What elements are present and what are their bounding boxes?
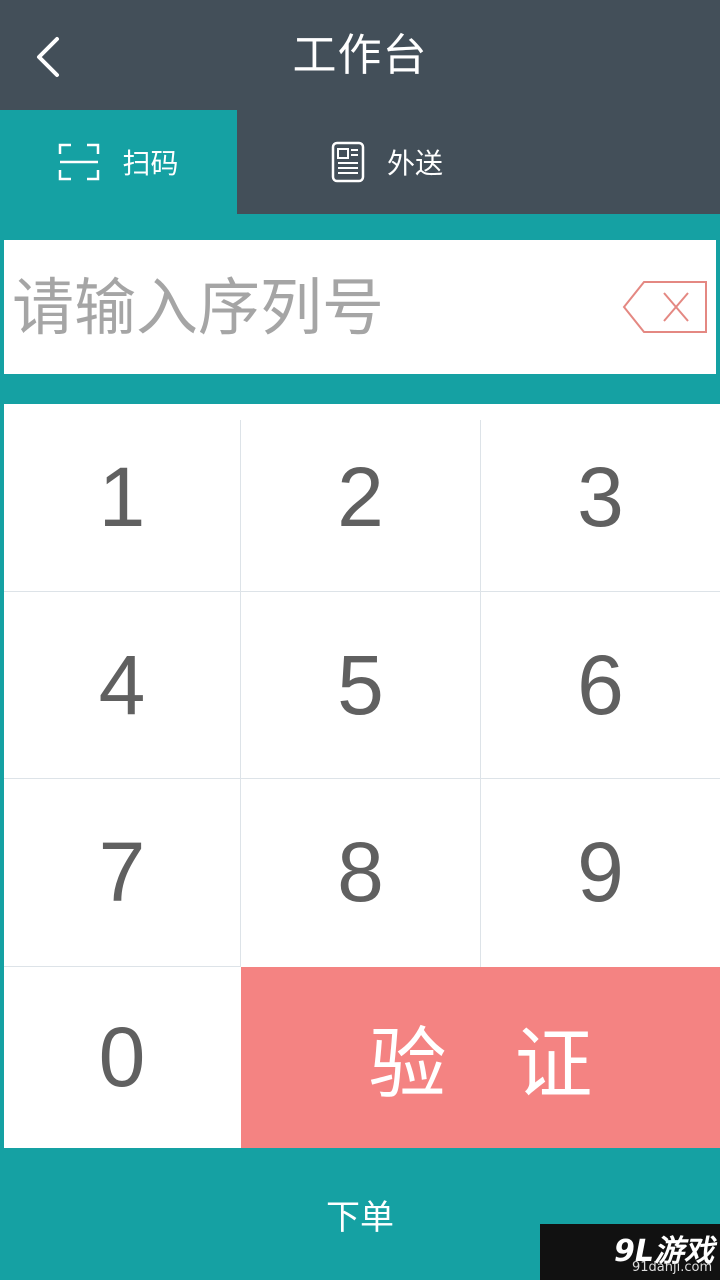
clear-button[interactable] xyxy=(620,278,710,336)
key-1[interactable]: 1 xyxy=(4,404,240,591)
tab-delivery[interactable]: 外送 xyxy=(237,110,537,214)
tab-scan-label: 扫码 xyxy=(122,147,179,180)
key-9[interactable]: 9 xyxy=(481,779,720,966)
key-6[interactable]: 6 xyxy=(481,592,720,778)
app-header: 工作台 xyxy=(0,0,720,110)
tab-delivery-label: 外送 xyxy=(386,147,443,180)
watermark-site: 91danji.com xyxy=(632,1260,713,1275)
serial-input-bar xyxy=(4,240,716,374)
key-5[interactable]: 5 xyxy=(241,592,480,778)
document-icon xyxy=(331,141,365,183)
place-order-label: 下单 xyxy=(326,1197,394,1238)
key-2[interactable]: 2 xyxy=(241,404,480,591)
tab-bar: 扫码 外送 xyxy=(0,110,720,214)
tab-scan[interactable]: 扫码 xyxy=(0,110,237,214)
scan-icon xyxy=(58,143,100,181)
backspace-icon xyxy=(622,281,707,333)
page-title: 工作台 xyxy=(292,30,428,81)
key-4[interactable]: 4 xyxy=(4,592,240,778)
key-7[interactable]: 7 xyxy=(4,779,240,966)
key-8[interactable]: 8 xyxy=(241,779,480,966)
watermark: 9L游戏 91danji.com xyxy=(540,1224,720,1280)
key-3[interactable]: 3 xyxy=(481,404,720,591)
key-0[interactable]: 0 xyxy=(4,967,240,1148)
verify-button[interactable]: 验证 xyxy=(241,967,720,1148)
serial-number-input[interactable] xyxy=(12,240,612,374)
